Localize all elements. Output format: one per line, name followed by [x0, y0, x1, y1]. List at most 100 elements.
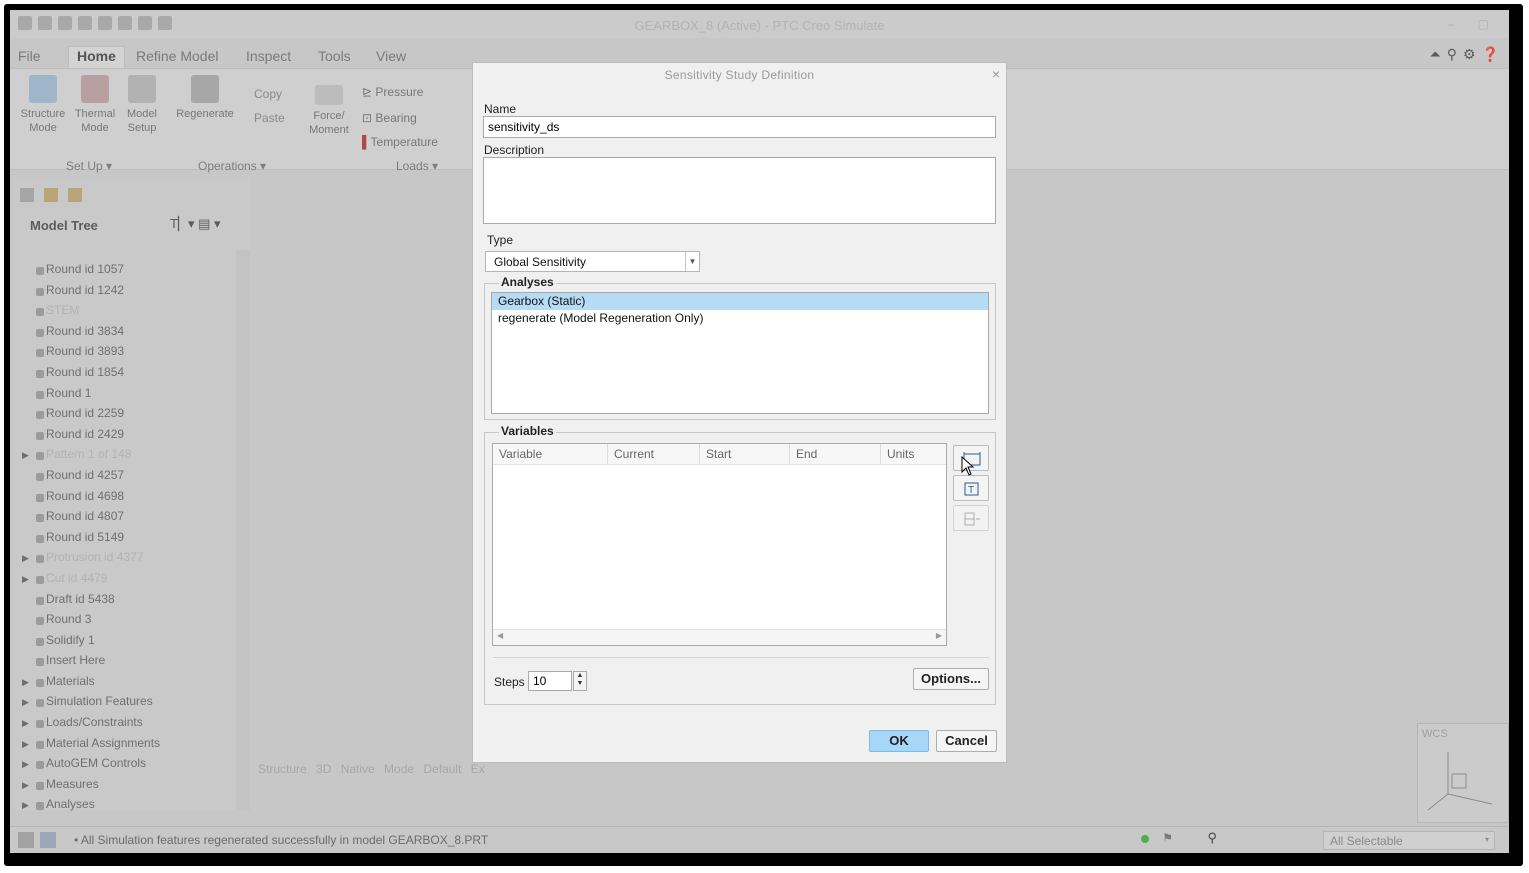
scroll-left-icon[interactable]: ◀ [497, 631, 503, 640]
scroll-right-icon[interactable]: ▶ [936, 631, 942, 640]
expand-arrow-icon[interactable]: ▶ [22, 677, 29, 688]
expand-arrow-icon[interactable]: ▶ [22, 759, 29, 770]
search-icon[interactable]: ⚲ [1447, 46, 1457, 63]
steps-input[interactable] [528, 671, 572, 691]
analysis-item[interactable]: Gearbox (Static) [492, 293, 988, 310]
column-units[interactable]: Units [881, 444, 946, 465]
tree-item[interactable]: Round id 2429 [22, 427, 234, 448]
feature-icon [36, 411, 44, 420]
expand-arrow-icon[interactable]: ▶ [22, 718, 29, 729]
remove-variable-button[interactable] [953, 505, 989, 531]
tree-item[interactable]: ▶ Pattern 1 of 148 [22, 447, 234, 468]
tree-item[interactable]: Insert Here [22, 653, 234, 674]
tree-item-label: Round id 1057 [46, 262, 125, 276]
expand-arrow-icon[interactable]: ▶ [22, 450, 29, 461]
tab-file[interactable]: File [18, 48, 41, 64]
tab-view[interactable]: View [376, 48, 406, 64]
tree-item[interactable]: Round 3 [22, 612, 234, 633]
expand-arrow-icon[interactable]: ▶ [22, 697, 29, 708]
expand-arrow-icon[interactable]: ▶ [22, 553, 29, 564]
tree-item[interactable]: ▶ Material Assignments [22, 736, 234, 757]
tab-refine-model[interactable]: Refine Model [136, 48, 219, 64]
tree-item[interactable]: ▶ Cut id 4479 [22, 571, 234, 592]
tab-inspect[interactable]: Inspect [246, 48, 291, 64]
temperature-button[interactable]: ▌Temperature [362, 135, 438, 149]
tree-item[interactable]: ▶ Analyses [22, 797, 234, 818]
model-setup-button[interactable]: Model Setup [122, 75, 162, 135]
selection-filter[interactable]: All Selectable ▾ [1323, 831, 1495, 850]
model-tree-tab-icon[interactable] [20, 188, 34, 202]
variables-horizontal-scrollbar[interactable]: ◀ ▶ [493, 629, 946, 645]
copy-button[interactable]: Copy [254, 87, 282, 101]
tree-item[interactable]: ▶ Materials [22, 674, 234, 695]
browser-icon[interactable] [40, 832, 56, 848]
tree-item[interactable]: Solidify 1 [22, 633, 234, 654]
minimize-ribbon-icon[interactable]: ⏶ [1430, 46, 1441, 63]
expand-arrow-icon[interactable]: ▶ [22, 800, 29, 811]
tree-item[interactable]: Round id 5149 [22, 530, 234, 551]
close-icon[interactable]: × [992, 66, 1000, 82]
regenerate-button[interactable]: Regenerate [170, 75, 240, 121]
column-current[interactable]: Current [608, 444, 700, 465]
tree-filter-icon[interactable]: T▏▾ ▤ ▾ [170, 216, 221, 232]
settings-icon[interactable]: ⚙ [1463, 46, 1476, 63]
expand-arrow-icon[interactable]: ▶ [22, 739, 29, 750]
model-tree-scrollbar[interactable] [236, 250, 250, 810]
tree-item[interactable]: Draft id 5438 [22, 592, 234, 613]
tree-item[interactable]: ▶ Protrusion id 4377 [22, 550, 234, 571]
analysis-item[interactable]: regenerate (Model Regeneration Only) [492, 310, 988, 327]
ok-button[interactable]: OK [869, 730, 929, 752]
tree-item[interactable]: Round id 4698 [22, 489, 234, 510]
type-select[interactable]: Global Sensitivity ▼ [485, 251, 700, 272]
force-moment-button[interactable]: Force/ Moment [306, 85, 352, 137]
steps-spinner[interactable]: ▲ ▼ [573, 671, 587, 691]
find-icon[interactable]: ⚲ [1207, 830, 1217, 846]
description-textarea[interactable] [483, 157, 996, 224]
column-variable[interactable]: Variable [493, 444, 608, 465]
tree-item[interactable]: Round id 1242 [22, 283, 234, 304]
tab-tools[interactable]: Tools [318, 48, 351, 64]
folder-browser-icon[interactable] [44, 188, 58, 202]
cancel-button[interactable]: Cancel [936, 730, 997, 752]
structure-mode-button[interactable]: Structure Mode [16, 75, 70, 135]
tree-item[interactable]: ▶ AutoGEM Controls [22, 756, 234, 777]
spin-up-icon[interactable]: ▲ [577, 672, 584, 679]
column-end[interactable]: End [790, 444, 881, 465]
tree-item[interactable]: ▶ Measures [22, 777, 234, 798]
tree-item[interactable]: Round id 3834 [22, 324, 234, 345]
paste-button[interactable]: Paste [254, 111, 285, 125]
tree-item[interactable]: Round 1 [22, 386, 234, 407]
thermal-mode-button[interactable]: Thermal Mode [72, 75, 118, 135]
bearing-button[interactable]: ⊡ Bearing [362, 111, 417, 125]
pressure-button[interactable]: ⊵ Pressure [362, 85, 423, 99]
select-parameter-button[interactable]: T [953, 475, 989, 501]
tree-item[interactable]: Round id 4807 [22, 509, 234, 530]
flag-icon[interactable]: ⚑ [1162, 831, 1173, 845]
show-navigator-icon[interactable] [18, 832, 34, 848]
tree-item[interactable]: ▶ Simulation Features [22, 694, 234, 715]
group-loads-label[interactable]: Loads ▾ [396, 159, 438, 173]
tree-item[interactable]: STEM [22, 303, 234, 324]
window-controls[interactable]: – ▢ [1448, 17, 1499, 31]
remove-row-icon [964, 512, 980, 526]
spin-down-icon[interactable]: ▼ [577, 680, 584, 687]
options-button[interactable]: Options... [913, 668, 989, 690]
tree-item[interactable]: Round id 3893 [22, 344, 234, 365]
group-operations-label[interactable]: Operations ▾ [198, 159, 266, 173]
name-input[interactable] [483, 116, 996, 138]
tree-item[interactable]: ▶ Loads/Constraints [22, 715, 234, 736]
feature-icon [36, 761, 44, 770]
column-start[interactable]: Start [700, 444, 790, 465]
tree-item-label: Round 3 [46, 612, 92, 627]
tab-home[interactable]: Home [68, 46, 125, 70]
tree-item[interactable]: Round id 2259 [22, 406, 234, 427]
favorites-icon[interactable] [68, 188, 82, 202]
expand-arrow-icon[interactable]: ▶ [22, 780, 29, 791]
tree-item[interactable]: Round id 4257 [22, 468, 234, 489]
tree-item[interactable]: Round id 1854 [22, 365, 234, 386]
expand-arrow-icon[interactable]: ▶ [22, 574, 29, 585]
help-icon[interactable]: ❓ [1482, 46, 1499, 63]
structure-mode-icon [29, 75, 57, 103]
tree-item[interactable]: Round id 1057 [22, 262, 234, 283]
group-setup-label[interactable]: Set Up ▾ [66, 159, 112, 173]
